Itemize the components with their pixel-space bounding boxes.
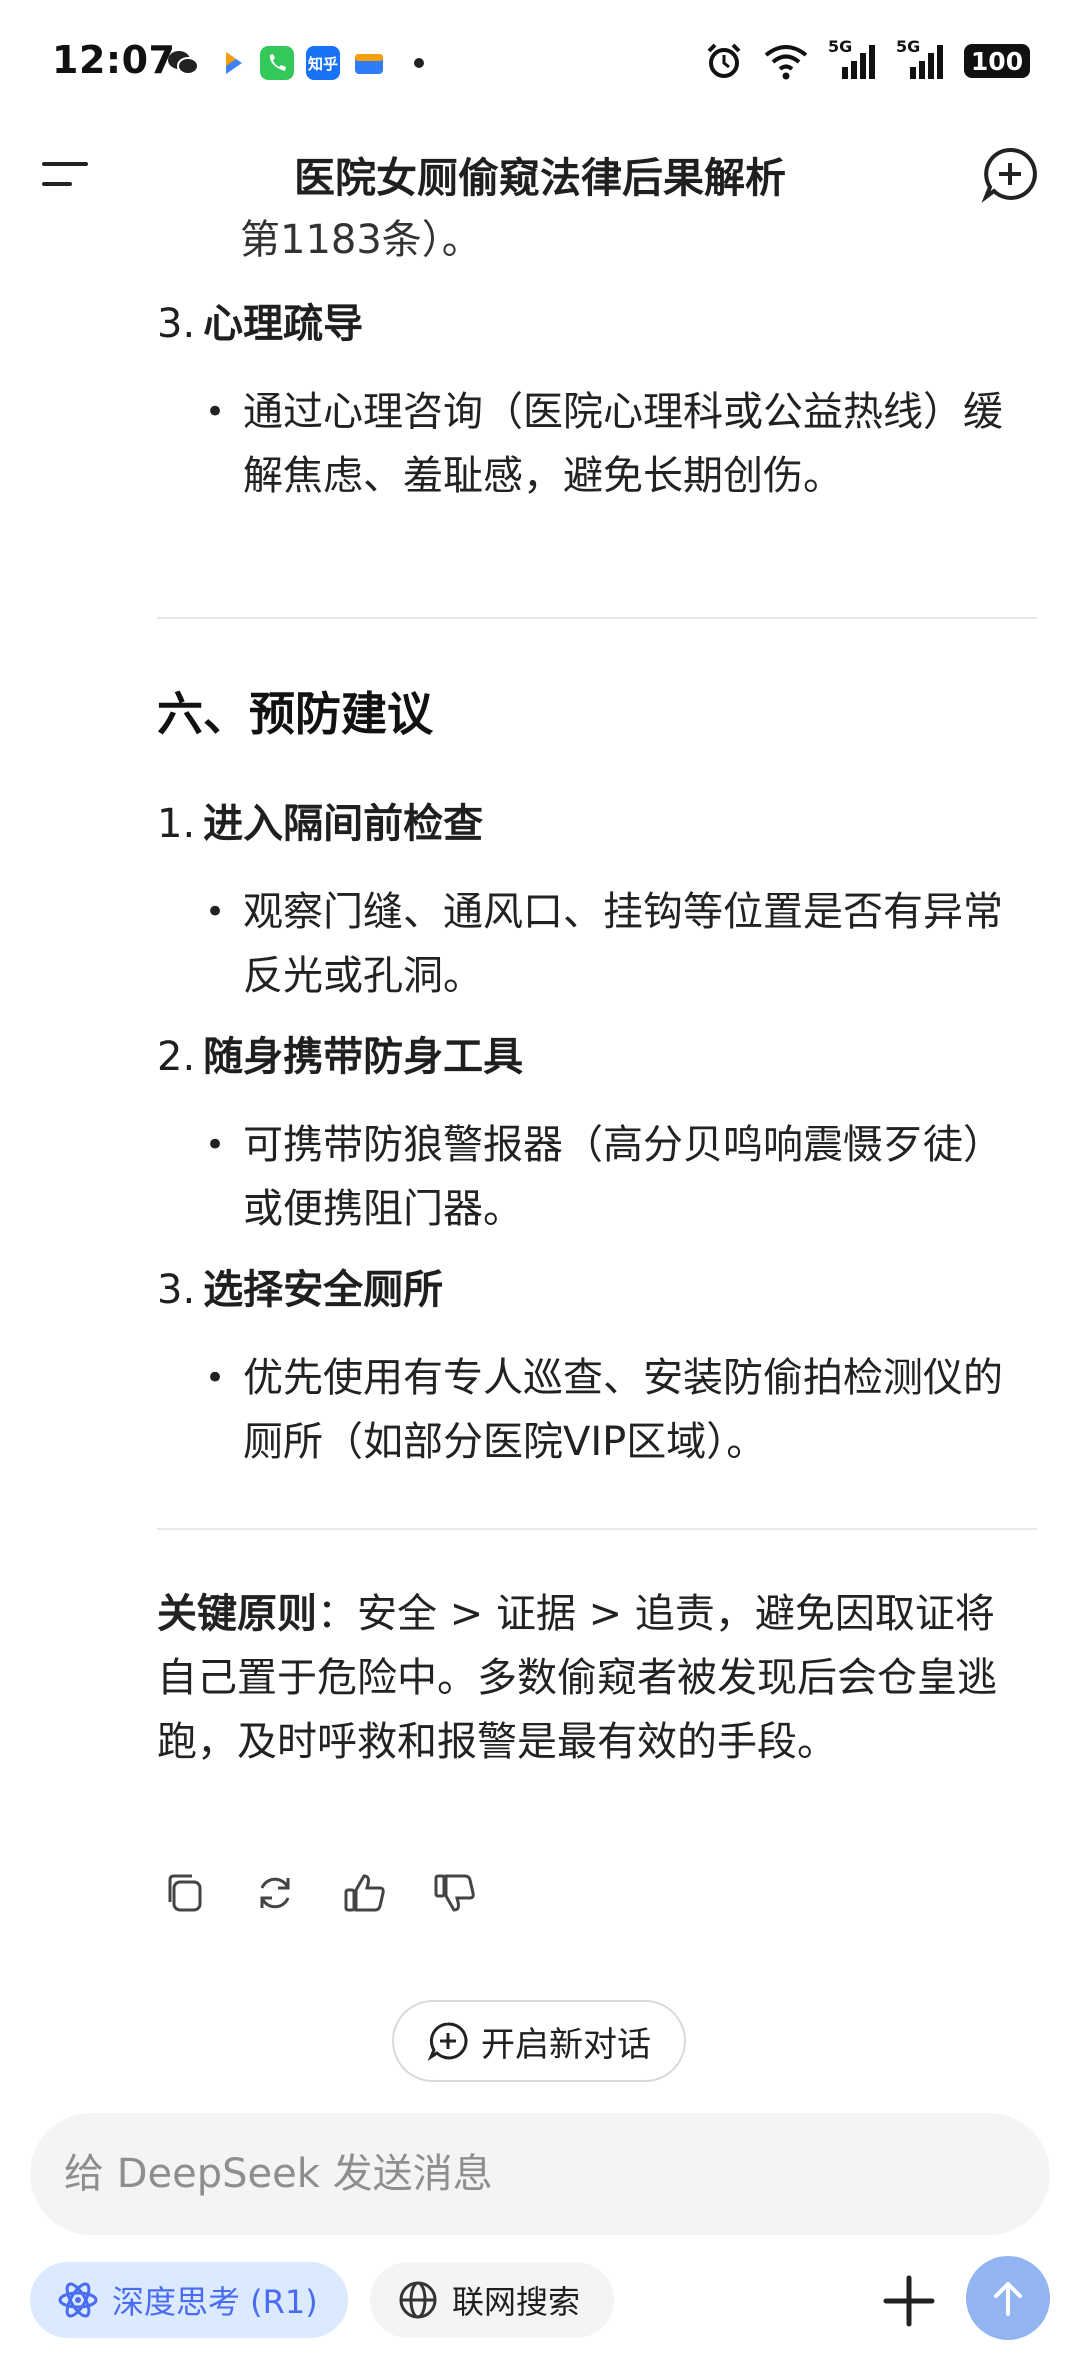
list-item-heading: 3. 选择安全厕所 (157, 1263, 443, 1317)
arrow-up-icon (994, 2282, 1022, 2316)
message-input[interactable] (62, 2150, 966, 2198)
bullet-dot: • (205, 392, 226, 432)
bullet-item: • 通过心理咨询（医院心理科或公益热线）缓解焦虑、羞耻感，避免长期创伤。 (205, 380, 1005, 508)
zhihu-icon: 知乎 (306, 46, 340, 80)
bullet-item: • 观察门缝、通风口、挂钩等位置是否有异常反光或孔洞。 (205, 880, 1005, 1008)
bullet-dot: • (205, 1358, 226, 1398)
battery-indicator: 100 (964, 44, 1030, 78)
divider (157, 617, 1037, 619)
list-number: 2. (157, 1034, 196, 1080)
section-heading: 六、预防建议 (157, 687, 433, 741)
bullet-dot: • (205, 892, 226, 932)
bullet-text: 优先使用有专人巡查、安装防偷拍检测仪的厕所（如部分医院VIP区域）。 (243, 1355, 1003, 1465)
deep-think-toggle[interactable]: 深度思考 (R1) (30, 2262, 348, 2338)
globe-icon (399, 2281, 437, 2319)
list-number: 3. (157, 1267, 196, 1313)
web-search-toggle[interactable]: 联网搜索 (370, 2262, 614, 2338)
new-chat-label: 开启新对话 (481, 2024, 651, 2065)
list-item-heading: 2. 随身携带防身工具 (157, 1030, 523, 1084)
bullet-text: 可携带防狼警报器（高分贝鸣响震慑歹徒）或便携阻门器。 (243, 1122, 1003, 1232)
new-chat-icon-button[interactable] (980, 144, 1040, 204)
relay-icon (226, 52, 242, 74)
page-title: 医院女厕偷窥法律后果解析 (294, 154, 786, 202)
bullet-dot: • (205, 1125, 226, 1165)
list-title: 心理疏导 (203, 301, 364, 347)
list-number: 1. (157, 801, 196, 847)
message-input-container (30, 2113, 1050, 2235)
summary-label: 关键原则 (157, 1591, 317, 1637)
list-item-heading: 3. 心理疏导 (157, 297, 363, 351)
wechat-icon (168, 51, 199, 75)
regenerate-icon[interactable] (250, 1868, 300, 1918)
bullet-item: • 优先使用有专人巡查、安装防偷拍检测仪的厕所（如部分医院VIP区域）。 (205, 1346, 1005, 1474)
attach-plus-icon[interactable] (872, 2264, 946, 2338)
bullet-text: 通过心理咨询（医院心理科或公益热线）缓解焦虑、羞耻感，避免长期创伤。 (243, 389, 1003, 499)
new-chat-button[interactable]: 开启新对话 (392, 2000, 686, 2082)
summary-colon: ： (317, 1591, 357, 1637)
new-chat-icon (427, 2022, 468, 2062)
send-button[interactable] (966, 2256, 1050, 2340)
alarm-icon (707, 43, 741, 78)
status-time: 12:07 (52, 38, 176, 82)
atom-icon (58, 2282, 98, 2318)
phone-icon (260, 46, 294, 80)
bullet-text: 观察门缝、通风口、挂钩等位置是否有异常反光或孔洞。 (243, 889, 1003, 999)
copy-icon[interactable] (160, 1868, 210, 1918)
signal-5g-icon-1: 5G (828, 37, 878, 81)
inbox-icon (355, 54, 383, 74)
list-title: 随身携带防身工具 (203, 1034, 524, 1080)
bullet-item: • 可携带防狼警报器（高分贝鸣响震慑歹徒）或便携阻门器。 (205, 1113, 1005, 1241)
list-title: 选择安全厕所 (203, 1267, 444, 1313)
menu-button[interactable] (38, 150, 98, 200)
list-title: 进入隔间前检查 (203, 801, 484, 847)
summary-paragraph: 关键原则：安全 > 证据 > 追责，避免因取证将自己置于危险中。多数偷窥者被发现… (157, 1582, 1017, 1774)
signal-5g-icon-2: 5G (896, 37, 946, 81)
deep-think-label: 深度思考 (R1) (112, 2283, 318, 2321)
thumbs-down-icon[interactable] (430, 1868, 480, 1918)
divider (157, 1528, 1037, 1530)
list-item-heading: 1. 进入隔间前检查 (157, 797, 483, 851)
wifi-icon (764, 45, 808, 80)
list-number: 3. (157, 301, 196, 347)
truncated-text-line: 第1183条）。 (240, 217, 482, 262)
thumbs-up-icon[interactable] (340, 1868, 390, 1918)
status-right-group: 5G 5G 100 (704, 37, 1030, 84)
web-search-label: 联网搜索 (452, 2283, 581, 2321)
more-dot-icon (414, 58, 424, 68)
